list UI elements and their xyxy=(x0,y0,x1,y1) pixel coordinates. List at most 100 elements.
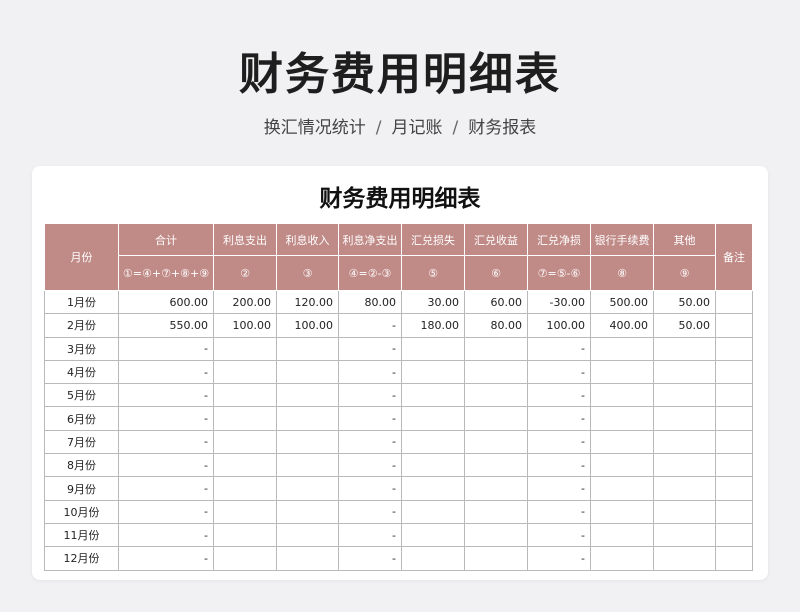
cell-total[interactable]: - xyxy=(118,336,214,361)
cell-month[interactable]: 12月份 xyxy=(44,546,119,571)
cell-fx-net[interactable]: - xyxy=(527,336,591,361)
cell-other[interactable]: 50.00 xyxy=(653,289,716,315)
cell-interest-income[interactable] xyxy=(276,499,339,524)
cell-fx-loss[interactable] xyxy=(401,359,465,385)
breadcrumb-item-fx-stats[interactable]: 换汇情况统计 xyxy=(264,118,366,138)
cell-fx-net[interactable]: - xyxy=(527,476,591,501)
cell-fx-loss[interactable] xyxy=(401,406,465,431)
cell-other[interactable]: 50.00 xyxy=(653,313,716,338)
cell-fx-net[interactable]: - xyxy=(527,429,591,455)
cell-fx-loss[interactable] xyxy=(401,499,465,524)
cell-fx-loss[interactable] xyxy=(401,522,465,548)
cell-fx-gain[interactable] xyxy=(464,359,528,385)
cell-fx-gain[interactable] xyxy=(464,453,528,478)
cell-bank-fee[interactable] xyxy=(590,406,654,431)
cell-interest-expense[interactable] xyxy=(213,546,277,571)
cell-other[interactable] xyxy=(653,429,716,455)
cell-total[interactable]: - xyxy=(118,499,214,524)
cell-other[interactable] xyxy=(653,499,716,524)
cell-fx-loss[interactable]: 180.00 xyxy=(401,313,465,338)
cell-note[interactable] xyxy=(715,359,753,385)
cell-month[interactable]: 4月份 xyxy=(44,359,119,385)
cell-net-interest[interactable]: - xyxy=(338,522,402,548)
cell-fx-net[interactable]: 100.00 xyxy=(527,313,591,338)
cell-interest-expense[interactable] xyxy=(213,406,277,431)
cell-total[interactable]: - xyxy=(118,476,214,501)
cell-interest-expense[interactable] xyxy=(213,522,277,548)
cell-total[interactable]: - xyxy=(118,546,214,571)
cell-interest-expense[interactable] xyxy=(213,336,277,361)
cell-other[interactable] xyxy=(653,383,716,408)
cell-fx-gain[interactable]: 80.00 xyxy=(464,313,528,338)
cell-bank-fee[interactable] xyxy=(590,522,654,548)
cell-fx-gain[interactable] xyxy=(464,336,528,361)
cell-interest-income[interactable]: 100.00 xyxy=(276,313,339,338)
cell-fx-gain[interactable] xyxy=(464,476,528,501)
cell-note[interactable] xyxy=(715,406,753,431)
cell-net-interest[interactable]: - xyxy=(338,546,402,571)
cell-other[interactable] xyxy=(653,522,716,548)
cell-net-interest[interactable]: - xyxy=(338,336,402,361)
cell-fx-gain[interactable]: 60.00 xyxy=(464,289,528,315)
cell-note[interactable] xyxy=(715,453,753,478)
cell-interest-expense[interactable] xyxy=(213,359,277,385)
breadcrumb-item-monthly-books[interactable]: 月记账 xyxy=(392,118,443,138)
cell-interest-expense[interactable] xyxy=(213,383,277,408)
cell-fx-net[interactable]: - xyxy=(527,499,591,524)
cell-fx-net[interactable]: - xyxy=(527,359,591,385)
cell-interest-income[interactable] xyxy=(276,383,339,408)
cell-net-interest[interactable]: - xyxy=(338,429,402,455)
cell-interest-income[interactable] xyxy=(276,359,339,385)
cell-total[interactable]: 550.00 xyxy=(118,313,214,338)
cell-interest-income[interactable] xyxy=(276,522,339,548)
cell-interest-income[interactable] xyxy=(276,476,339,501)
cell-month[interactable]: 3月份 xyxy=(44,336,119,361)
cell-bank-fee[interactable] xyxy=(590,453,654,478)
cell-fx-net[interactable]: - xyxy=(527,383,591,408)
cell-bank-fee[interactable]: 500.00 xyxy=(590,289,654,315)
cell-fx-gain[interactable] xyxy=(464,429,528,455)
cell-fx-net[interactable]: - xyxy=(527,546,591,571)
cell-month[interactable]: 9月份 xyxy=(44,476,119,501)
cell-fx-loss[interactable] xyxy=(401,383,465,408)
cell-fx-net[interactable]: - xyxy=(527,406,591,431)
cell-fx-net[interactable]: - xyxy=(527,522,591,548)
cell-total[interactable]: 600.00 xyxy=(118,289,214,315)
cell-fx-loss[interactable] xyxy=(401,336,465,361)
cell-bank-fee[interactable] xyxy=(590,499,654,524)
cell-fx-gain[interactable] xyxy=(464,522,528,548)
cell-interest-income[interactable]: 120.00 xyxy=(276,289,339,315)
cell-month[interactable]: 2月份 xyxy=(44,313,119,338)
breadcrumb-item-financial-report[interactable]: 财务报表 xyxy=(468,118,536,138)
cell-month[interactable]: 7月份 xyxy=(44,429,119,455)
cell-other[interactable] xyxy=(653,336,716,361)
cell-month[interactable]: 10月份 xyxy=(44,499,119,524)
cell-interest-expense[interactable]: 200.00 xyxy=(213,289,277,315)
cell-other[interactable] xyxy=(653,453,716,478)
cell-net-interest[interactable]: - xyxy=(338,406,402,431)
cell-note[interactable] xyxy=(715,546,753,571)
cell-month[interactable]: 8月份 xyxy=(44,453,119,478)
cell-note[interactable] xyxy=(715,522,753,548)
cell-total[interactable]: - xyxy=(118,406,214,431)
cell-bank-fee[interactable] xyxy=(590,383,654,408)
cell-fx-gain[interactable] xyxy=(464,406,528,431)
cell-other[interactable] xyxy=(653,406,716,431)
cell-interest-expense[interactable]: 100.00 xyxy=(213,313,277,338)
cell-note[interactable] xyxy=(715,499,753,524)
cell-interest-expense[interactable] xyxy=(213,453,277,478)
cell-month[interactable]: 11月份 xyxy=(44,522,119,548)
cell-interest-income[interactable] xyxy=(276,453,339,478)
cell-bank-fee[interactable] xyxy=(590,336,654,361)
cell-net-interest[interactable]: - xyxy=(338,476,402,501)
cell-month[interactable]: 6月份 xyxy=(44,406,119,431)
cell-interest-expense[interactable] xyxy=(213,429,277,455)
cell-other[interactable] xyxy=(653,359,716,385)
cell-note[interactable] xyxy=(715,476,753,501)
cell-fx-loss[interactable] xyxy=(401,546,465,571)
cell-net-interest[interactable]: 80.00 xyxy=(338,289,402,315)
cell-bank-fee[interactable] xyxy=(590,429,654,455)
cell-net-interest[interactable]: - xyxy=(338,313,402,338)
cell-total[interactable]: - xyxy=(118,383,214,408)
cell-net-interest[interactable]: - xyxy=(338,359,402,385)
